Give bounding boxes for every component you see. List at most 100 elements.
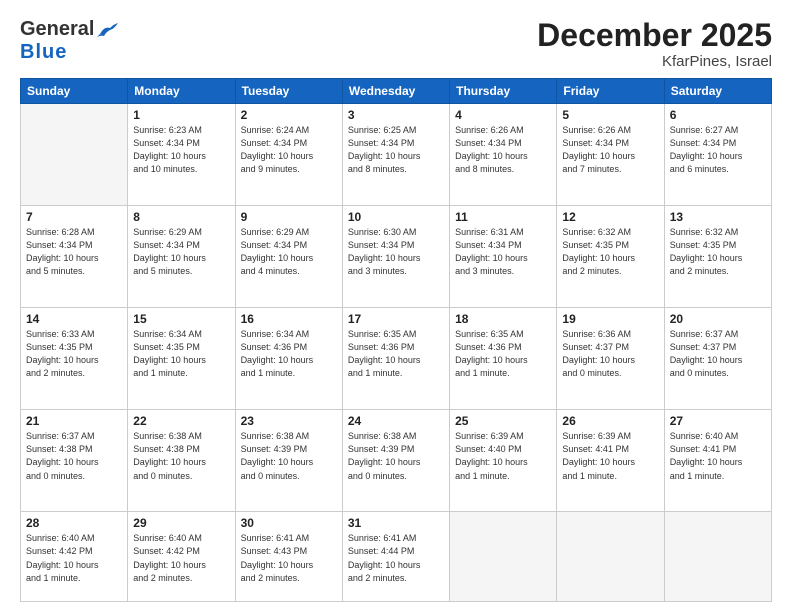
day-number: 19 bbox=[562, 312, 658, 326]
day-number: 1 bbox=[133, 108, 229, 122]
day-number: 30 bbox=[241, 516, 337, 530]
table-row: 26 Sunrise: 6:39 AMSunset: 4:41 PMDayligh… bbox=[557, 410, 664, 512]
day-number: 8 bbox=[133, 210, 229, 224]
table-row: 11 Sunrise: 6:31 AMSunset: 4:34 PMDayligh… bbox=[450, 206, 557, 308]
table-row: 12 Sunrise: 6:32 AMSunset: 4:35 PMDayligh… bbox=[557, 206, 664, 308]
day-number: 18 bbox=[455, 312, 551, 326]
table-row: 5 Sunrise: 6:26 AMSunset: 4:34 PMDaylight… bbox=[557, 104, 664, 206]
table-row bbox=[450, 512, 557, 602]
day-info: Sunrise: 6:35 AMSunset: 4:36 PMDaylight:… bbox=[455, 328, 551, 380]
day-number: 26 bbox=[562, 414, 658, 428]
day-number: 16 bbox=[241, 312, 337, 326]
table-row: 1 Sunrise: 6:23 AMSunset: 4:34 PMDaylight… bbox=[128, 104, 235, 206]
table-row: 2Sunrise: 6:24 AMSunset: 4:34 PMDaylight… bbox=[235, 104, 342, 206]
day-info: Sunrise: 6:26 AMSunset: 4:34 PMDaylight:… bbox=[562, 124, 658, 176]
day-number: 12 bbox=[562, 210, 658, 224]
day-info: Sunrise: 6:38 AMSunset: 4:39 PMDaylight:… bbox=[348, 430, 444, 482]
header-tuesday: Tuesday bbox=[235, 79, 342, 104]
header-friday: Friday bbox=[557, 79, 664, 104]
table-row: 22 Sunrise: 6:38 AMSunset: 4:38 PMDayligh… bbox=[128, 410, 235, 512]
day-number: 25 bbox=[455, 414, 551, 428]
day-info: Sunrise: 6:31 AMSunset: 4:34 PMDaylight:… bbox=[455, 226, 551, 278]
day-info: Sunrise: 6:35 AMSunset: 4:36 PMDaylight:… bbox=[348, 328, 444, 380]
day-number: 14 bbox=[26, 312, 122, 326]
day-number: 9 bbox=[241, 210, 337, 224]
table-row: 8 Sunrise: 6:29 AMSunset: 4:34 PMDaylight… bbox=[128, 206, 235, 308]
table-row: 9 Sunrise: 6:29 AMSunset: 4:34 PMDaylight… bbox=[235, 206, 342, 308]
header-sunday: Sunday bbox=[21, 79, 128, 104]
logo: General Blue bbox=[20, 18, 118, 64]
day-number: 31 bbox=[348, 516, 444, 530]
header-wednesday: Wednesday bbox=[342, 79, 449, 104]
day-info: Sunrise: 6:29 AMSunset: 4:34 PMDaylight:… bbox=[133, 226, 229, 278]
day-number: 3 bbox=[348, 108, 444, 122]
day-number: 13 bbox=[670, 210, 766, 224]
table-row: 18 Sunrise: 6:35 AMSunset: 4:36 PMDayligh… bbox=[450, 308, 557, 410]
day-info: Sunrise: 6:39 AMSunset: 4:41 PMDaylight:… bbox=[562, 430, 658, 482]
table-row: 15 Sunrise: 6:34 AMSunset: 4:35 PMDayligh… bbox=[128, 308, 235, 410]
day-info: Sunrise: 6:32 AMSunset: 4:35 PMDaylight:… bbox=[562, 226, 658, 278]
day-info: Sunrise: 6:41 AMSunset: 4:43 PMDaylight:… bbox=[241, 532, 337, 584]
table-row: 23Sunrise: 6:38 AMSunset: 4:39 PMDayligh… bbox=[235, 410, 342, 512]
day-info: Sunrise: 6:41 AMSunset: 4:44 PMDaylight:… bbox=[348, 532, 444, 584]
day-info: Sunrise: 6:33 AMSunset: 4:35 PMDaylight:… bbox=[26, 328, 122, 380]
day-info: Sunrise: 6:23 AMSunset: 4:34 PMDaylight:… bbox=[133, 124, 229, 176]
day-number: 22 bbox=[133, 414, 229, 428]
day-info: Sunrise: 6:38 AMSunset: 4:38 PMDaylight:… bbox=[133, 430, 229, 482]
day-number: 28 bbox=[26, 516, 122, 530]
day-info: Sunrise: 6:40 AMSunset: 4:41 PMDaylight:… bbox=[670, 430, 766, 482]
day-number: 21 bbox=[26, 414, 122, 428]
day-info: Sunrise: 6:29 AMSunset: 4:34 PMDaylight:… bbox=[241, 226, 337, 278]
table-row: 31 Sunrise: 6:41 AMSunset: 4:44 PMDayligh… bbox=[342, 512, 449, 602]
day-number: 11 bbox=[455, 210, 551, 224]
header-monday: Monday bbox=[128, 79, 235, 104]
day-info: Sunrise: 6:39 AMSunset: 4:40 PMDaylight:… bbox=[455, 430, 551, 482]
table-row: 28Sunrise: 6:40 AMSunset: 4:42 PMDayligh… bbox=[21, 512, 128, 602]
day-info: Sunrise: 6:40 AMSunset: 4:42 PMDaylight:… bbox=[133, 532, 229, 584]
day-info: Sunrise: 6:27 AMSunset: 4:34 PMDaylight:… bbox=[670, 124, 766, 176]
day-number: 27 bbox=[670, 414, 766, 428]
day-info: Sunrise: 6:32 AMSunset: 4:35 PMDaylight:… bbox=[670, 226, 766, 278]
weekday-header-row: Sunday Monday Tuesday Wednesday Thursday… bbox=[21, 79, 772, 104]
logo-general-text: General bbox=[20, 18, 94, 41]
calendar-title: December 2025 bbox=[537, 18, 772, 53]
calendar-location: KfarPines, Israel bbox=[537, 53, 772, 70]
day-info: Sunrise: 6:36 AMSunset: 4:37 PMDaylight:… bbox=[562, 328, 658, 380]
day-info: Sunrise: 6:28 AMSunset: 4:34 PMDaylight:… bbox=[26, 226, 122, 278]
table-row: 10 Sunrise: 6:30 AMSunset: 4:34 PMDayligh… bbox=[342, 206, 449, 308]
day-info: Sunrise: 6:37 AMSunset: 4:38 PMDaylight:… bbox=[26, 430, 122, 482]
table-row: 6 Sunrise: 6:27 AMSunset: 4:34 PMDaylight… bbox=[664, 104, 771, 206]
table-row bbox=[664, 512, 771, 602]
table-row: 25 Sunrise: 6:39 AMSunset: 4:40 PMDayligh… bbox=[450, 410, 557, 512]
table-row: 24 Sunrise: 6:38 AMSunset: 4:39 PMDayligh… bbox=[342, 410, 449, 512]
day-number: 20 bbox=[670, 312, 766, 326]
table-row: 20Sunrise: 6:37 AMSunset: 4:37 PMDayligh… bbox=[664, 308, 771, 410]
table-row: 30 Sunrise: 6:41 AMSunset: 4:43 PMDayligh… bbox=[235, 512, 342, 602]
header-saturday: Saturday bbox=[664, 79, 771, 104]
day-number: 7 bbox=[26, 210, 122, 224]
day-info: Sunrise: 6:30 AMSunset: 4:34 PMDaylight:… bbox=[348, 226, 444, 278]
table-row bbox=[557, 512, 664, 602]
table-row: 21 Sunrise: 6:37 AMSunset: 4:38 PMDayligh… bbox=[21, 410, 128, 512]
day-number: 5 bbox=[562, 108, 658, 122]
day-number: 24 bbox=[348, 414, 444, 428]
table-row: 3Sunrise: 6:25 AMSunset: 4:34 PMDaylight… bbox=[342, 104, 449, 206]
header-thursday: Thursday bbox=[450, 79, 557, 104]
table-row: 17Sunrise: 6:35 AMSunset: 4:36 PMDayligh… bbox=[342, 308, 449, 410]
day-info: Sunrise: 6:34 AMSunset: 4:35 PMDaylight:… bbox=[133, 328, 229, 380]
header: General Blue December 2025 KfarPines, Is… bbox=[20, 18, 772, 70]
day-number: 29 bbox=[133, 516, 229, 530]
day-number: 6 bbox=[670, 108, 766, 122]
table-row: 4 Sunrise: 6:26 AMSunset: 4:34 PMDaylight… bbox=[450, 104, 557, 206]
day-info: Sunrise: 6:24 AMSunset: 4:34 PMDaylight:… bbox=[241, 124, 337, 176]
day-number: 15 bbox=[133, 312, 229, 326]
table-row: 27 Sunrise: 6:40 AMSunset: 4:41 PMDayligh… bbox=[664, 410, 771, 512]
day-number: 10 bbox=[348, 210, 444, 224]
table-row: 14 Sunrise: 6:33 AMSunset: 4:35 PMDayligh… bbox=[21, 308, 128, 410]
day-info: Sunrise: 6:38 AMSunset: 4:39 PMDaylight:… bbox=[241, 430, 337, 482]
table-row bbox=[21, 104, 128, 206]
day-number: 4 bbox=[455, 108, 551, 122]
logo-bird-icon bbox=[96, 22, 118, 38]
table-row: 7 Sunrise: 6:28 AMSunset: 4:34 PMDaylight… bbox=[21, 206, 128, 308]
day-info: Sunrise: 6:26 AMSunset: 4:34 PMDaylight:… bbox=[455, 124, 551, 176]
